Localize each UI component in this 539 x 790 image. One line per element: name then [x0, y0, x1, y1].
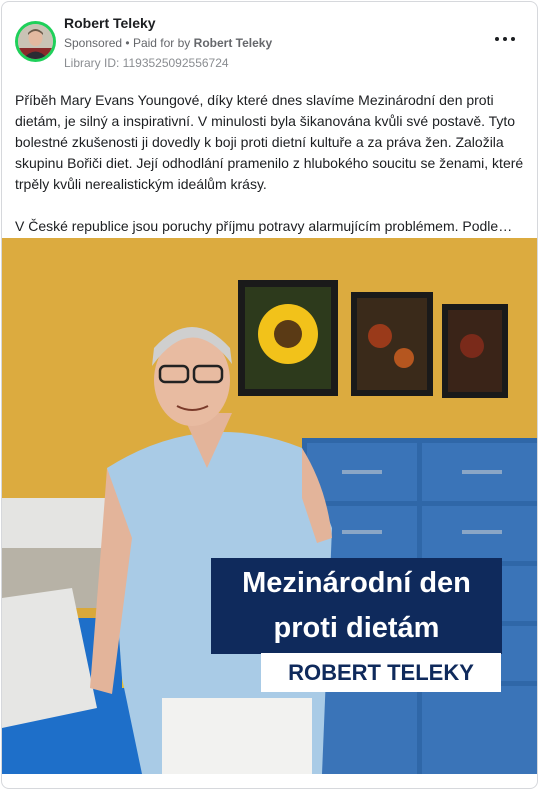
post-text: Příběh Mary Evans Youngové, díky které d… [15, 90, 527, 237]
overlay-title-line-1: Mezinárodní den [211, 558, 502, 611]
library-id: Library ID: 1193525092556724 [64, 56, 229, 70]
ad-card: Robert Teleky Sponsored • Paid for by Ro… [1, 1, 538, 789]
paid-for-name: Robert Teleky [193, 36, 273, 50]
advertiser-name[interactable]: Robert Teleky [64, 15, 156, 31]
avatar[interactable] [15, 21, 56, 62]
sponsored-label: Sponsored [64, 36, 123, 50]
avatar-photo [18, 24, 53, 59]
sponsored-line: Sponsored • Paid for by Robert Teleky [64, 36, 272, 50]
post-paragraph-1: Příběh Mary Evans Youngové, díky které d… [15, 92, 524, 192]
flower-picture [351, 292, 433, 396]
overlay-name-label: ROBERT TELEKY [261, 653, 501, 692]
overlay-title-line-2: proti dietám [211, 606, 502, 654]
separator-dot: • [125, 36, 133, 50]
post-header: Robert Teleky Sponsored • Paid for by Ro… [2, 2, 537, 76]
sunflower-picture [238, 280, 338, 396]
post-image[interactable] [2, 238, 537, 774]
post-paragraph-2[interactable]: V České republice jsou poruchy příjmu po… [15, 216, 527, 237]
dark-picture [442, 304, 508, 398]
paid-for-label: Paid for by [132, 36, 191, 50]
more-options-icon[interactable] [495, 34, 515, 44]
